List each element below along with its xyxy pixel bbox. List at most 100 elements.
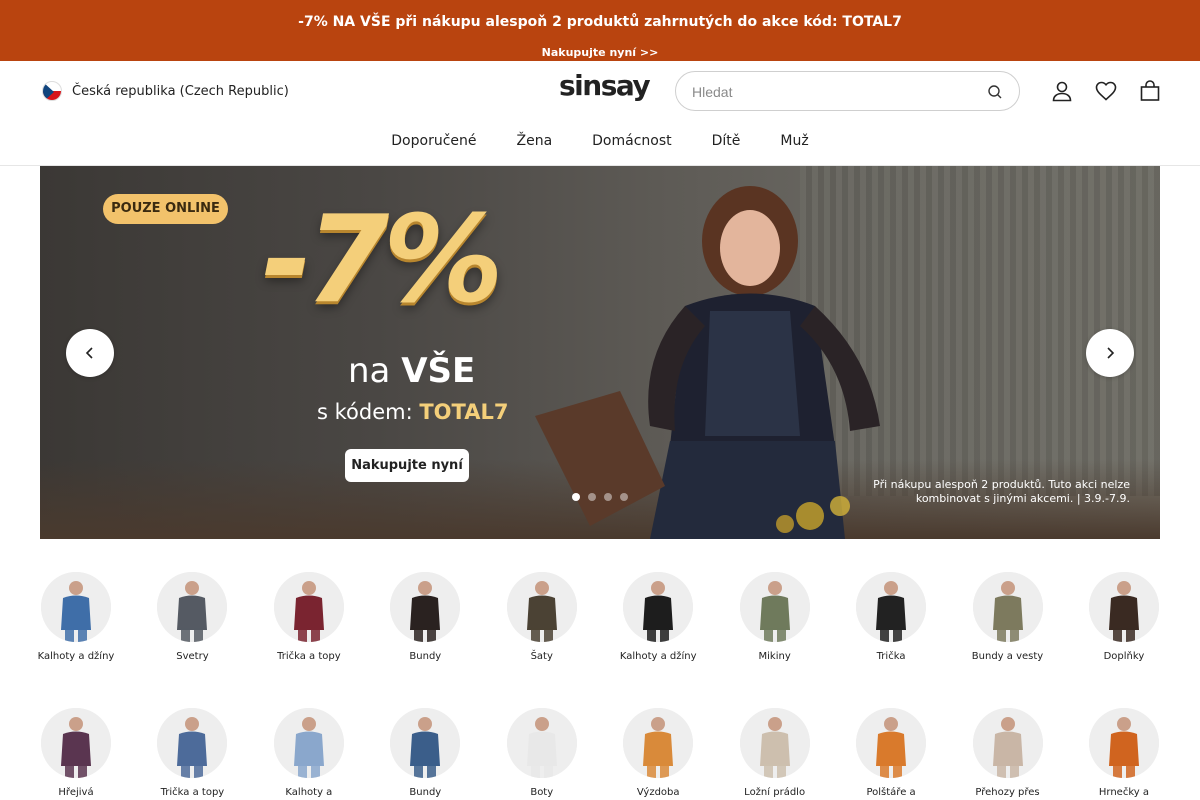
- category-thumbnail[interactable]: [623, 708, 694, 778]
- category-label: Ložní prádlo: [744, 787, 806, 798]
- category-product-image: [1088, 572, 1159, 642]
- search-icon[interactable]: [987, 84, 1003, 100]
- category-product-image: [506, 572, 577, 642]
- category-row-1: Kalhoty a džíny Svetry Trička a topy Bundy Š…: [38, 572, 1160, 663]
- carousel-dot-3[interactable]: [604, 493, 612, 501]
- category-thumbnail[interactable]: [157, 708, 228, 778]
- category-item[interactable]: Polštáře a: [855, 708, 927, 799]
- sinsay-logo[interactable]: sinsay: [559, 69, 651, 102]
- category-label: Trička a topy: [160, 787, 225, 798]
- category-thumbnail[interactable]: [623, 572, 694, 642]
- chevron-left-icon: [85, 347, 93, 359]
- category-label: Bundy: [409, 787, 442, 798]
- carousel-dot-2[interactable]: [588, 493, 596, 501]
- category-label: Doplňky: [1103, 651, 1145, 662]
- category-item[interactable]: Bundy a vesty: [972, 572, 1044, 663]
- category-item[interactable]: Trička a topy: [156, 708, 228, 799]
- hero-discount-text: -7%: [262, 191, 504, 330]
- nav-item-muz[interactable]: Muž: [780, 133, 808, 149]
- category-item[interactable]: Kalhoty a: [273, 708, 345, 799]
- category-label: Kalhoty a: [285, 787, 333, 798]
- promo-shop-now-link[interactable]: Nakupujte nyní >>: [0, 46, 1200, 59]
- category-thumbnail[interactable]: [739, 572, 810, 642]
- site-header: Česká republika (Czech Republic) sinsay …: [0, 61, 1200, 166]
- category-thumbnail[interactable]: [273, 572, 344, 642]
- category-item[interactable]: Kalhoty a džíny: [620, 572, 697, 663]
- category-product-image: [157, 708, 228, 778]
- cart-icon[interactable]: [1138, 79, 1162, 103]
- category-item[interactable]: Ložní prádlo: [739, 708, 811, 799]
- category-item[interactable]: Svetry: [156, 572, 228, 663]
- category-product-image: [623, 708, 694, 778]
- country-selector[interactable]: Česká republika (Czech Republic): [42, 81, 289, 101]
- search-input[interactable]: [692, 82, 972, 102]
- nav-item-doporucene[interactable]: Doporučené: [391, 133, 476, 149]
- hero-banner[interactable]: POUZE ONLINE -7% na VŠE s kódem: TOTAL7 …: [40, 166, 1160, 539]
- carousel-dot-4[interactable]: [620, 493, 628, 501]
- hero-fine-print-line-2: kombinovat s jinými akcemi. | 3.9.-7.9.: [915, 492, 1130, 505]
- category-label: Přehozy přes: [975, 787, 1040, 798]
- hero-code-prefix: s kódem:: [317, 400, 413, 424]
- category-product-image: [623, 572, 694, 642]
- category-thumbnail[interactable]: [972, 572, 1043, 642]
- carousel-next-button[interactable]: [1086, 329, 1134, 377]
- promo-bar: -7% NA VŠE při nákupu alespoň 2 produktů…: [0, 0, 1200, 61]
- category-thumbnail[interactable]: [972, 708, 1043, 778]
- category-thumbnail[interactable]: [856, 572, 927, 642]
- category-item[interactable]: Trička a topy: [273, 572, 345, 663]
- hero-shop-now-button[interactable]: Nakupujte nyní: [345, 449, 469, 482]
- user-icon[interactable]: [1050, 79, 1074, 103]
- country-label: Česká republika (Czech Republic): [72, 83, 289, 99]
- category-item[interactable]: Bundy: [389, 572, 461, 663]
- category-label: Trička a topy: [277, 651, 341, 662]
- nav-item-zena[interactable]: Žena: [517, 133, 553, 149]
- category-item[interactable]: Výzdoba: [622, 708, 694, 799]
- category-item[interactable]: Přehozy přes: [972, 708, 1044, 799]
- category-item[interactable]: Hrnečky a: [1088, 708, 1160, 799]
- category-product-image: [390, 572, 461, 642]
- category-thumbnail[interactable]: [273, 708, 344, 778]
- category-product-image: [273, 708, 344, 778]
- category-label: Polštáře a: [866, 787, 916, 798]
- category-label: Trička: [876, 651, 906, 662]
- promo-text: -7% NA VŠE při nákupu alespoň 2 produktů…: [0, 14, 1200, 30]
- category-product-image: [972, 708, 1043, 778]
- nav-item-domacnost[interactable]: Domácnost: [592, 133, 671, 149]
- category-thumbnail[interactable]: [1088, 572, 1159, 642]
- category-product-image: [506, 708, 577, 778]
- nav-item-dite[interactable]: Dítě: [712, 133, 741, 149]
- category-product-image: [41, 572, 111, 642]
- category-thumbnail[interactable]: [41, 708, 111, 778]
- carousel-prev-button[interactable]: [66, 329, 114, 377]
- category-label: Bundy a vesty: [971, 651, 1044, 662]
- category-item[interactable]: Hřejivá: [40, 708, 112, 799]
- main-nav: Doporučené Žena Domácnost Dítě Muž: [0, 133, 1200, 149]
- category-item[interactable]: Trička: [855, 572, 927, 663]
- hero-fine-print-line-1: Při nákupu alespoň 2 produktů. Tuto akci…: [873, 478, 1130, 491]
- search-box[interactable]: [675, 71, 1020, 111]
- category-thumbnail[interactable]: [41, 572, 111, 642]
- category-thumbnail[interactable]: [1088, 708, 1159, 778]
- hero-na-vse-text: na VŠE: [348, 351, 475, 391]
- category-product-image: [390, 708, 461, 778]
- category-thumbnail[interactable]: [856, 708, 927, 778]
- category-thumbnail[interactable]: [506, 708, 577, 778]
- category-label: Hřejivá: [58, 787, 94, 798]
- category-thumbnail[interactable]: [390, 708, 461, 778]
- category-label: Boty: [530, 787, 554, 798]
- category-item[interactable]: Šaty: [506, 572, 578, 663]
- hero-fine-print: Při nákupu alespoň 2 produktů. Tuto akci…: [840, 478, 1130, 506]
- czech-flag-icon: [42, 81, 62, 101]
- category-thumbnail[interactable]: [390, 572, 461, 642]
- category-item[interactable]: Kalhoty a džíny: [38, 572, 114, 663]
- category-item[interactable]: Doplňky: [1088, 572, 1160, 663]
- category-item[interactable]: Boty: [506, 708, 578, 799]
- category-thumbnail[interactable]: [739, 708, 810, 778]
- category-item[interactable]: Mikiny: [739, 572, 811, 663]
- category-thumbnail[interactable]: [506, 572, 577, 642]
- category-item[interactable]: Bundy: [389, 708, 461, 799]
- carousel-dot-1[interactable]: [572, 493, 580, 501]
- category-thumbnail[interactable]: [157, 572, 228, 642]
- heart-icon[interactable]: [1094, 79, 1118, 103]
- category-label: Svetry: [176, 651, 209, 662]
